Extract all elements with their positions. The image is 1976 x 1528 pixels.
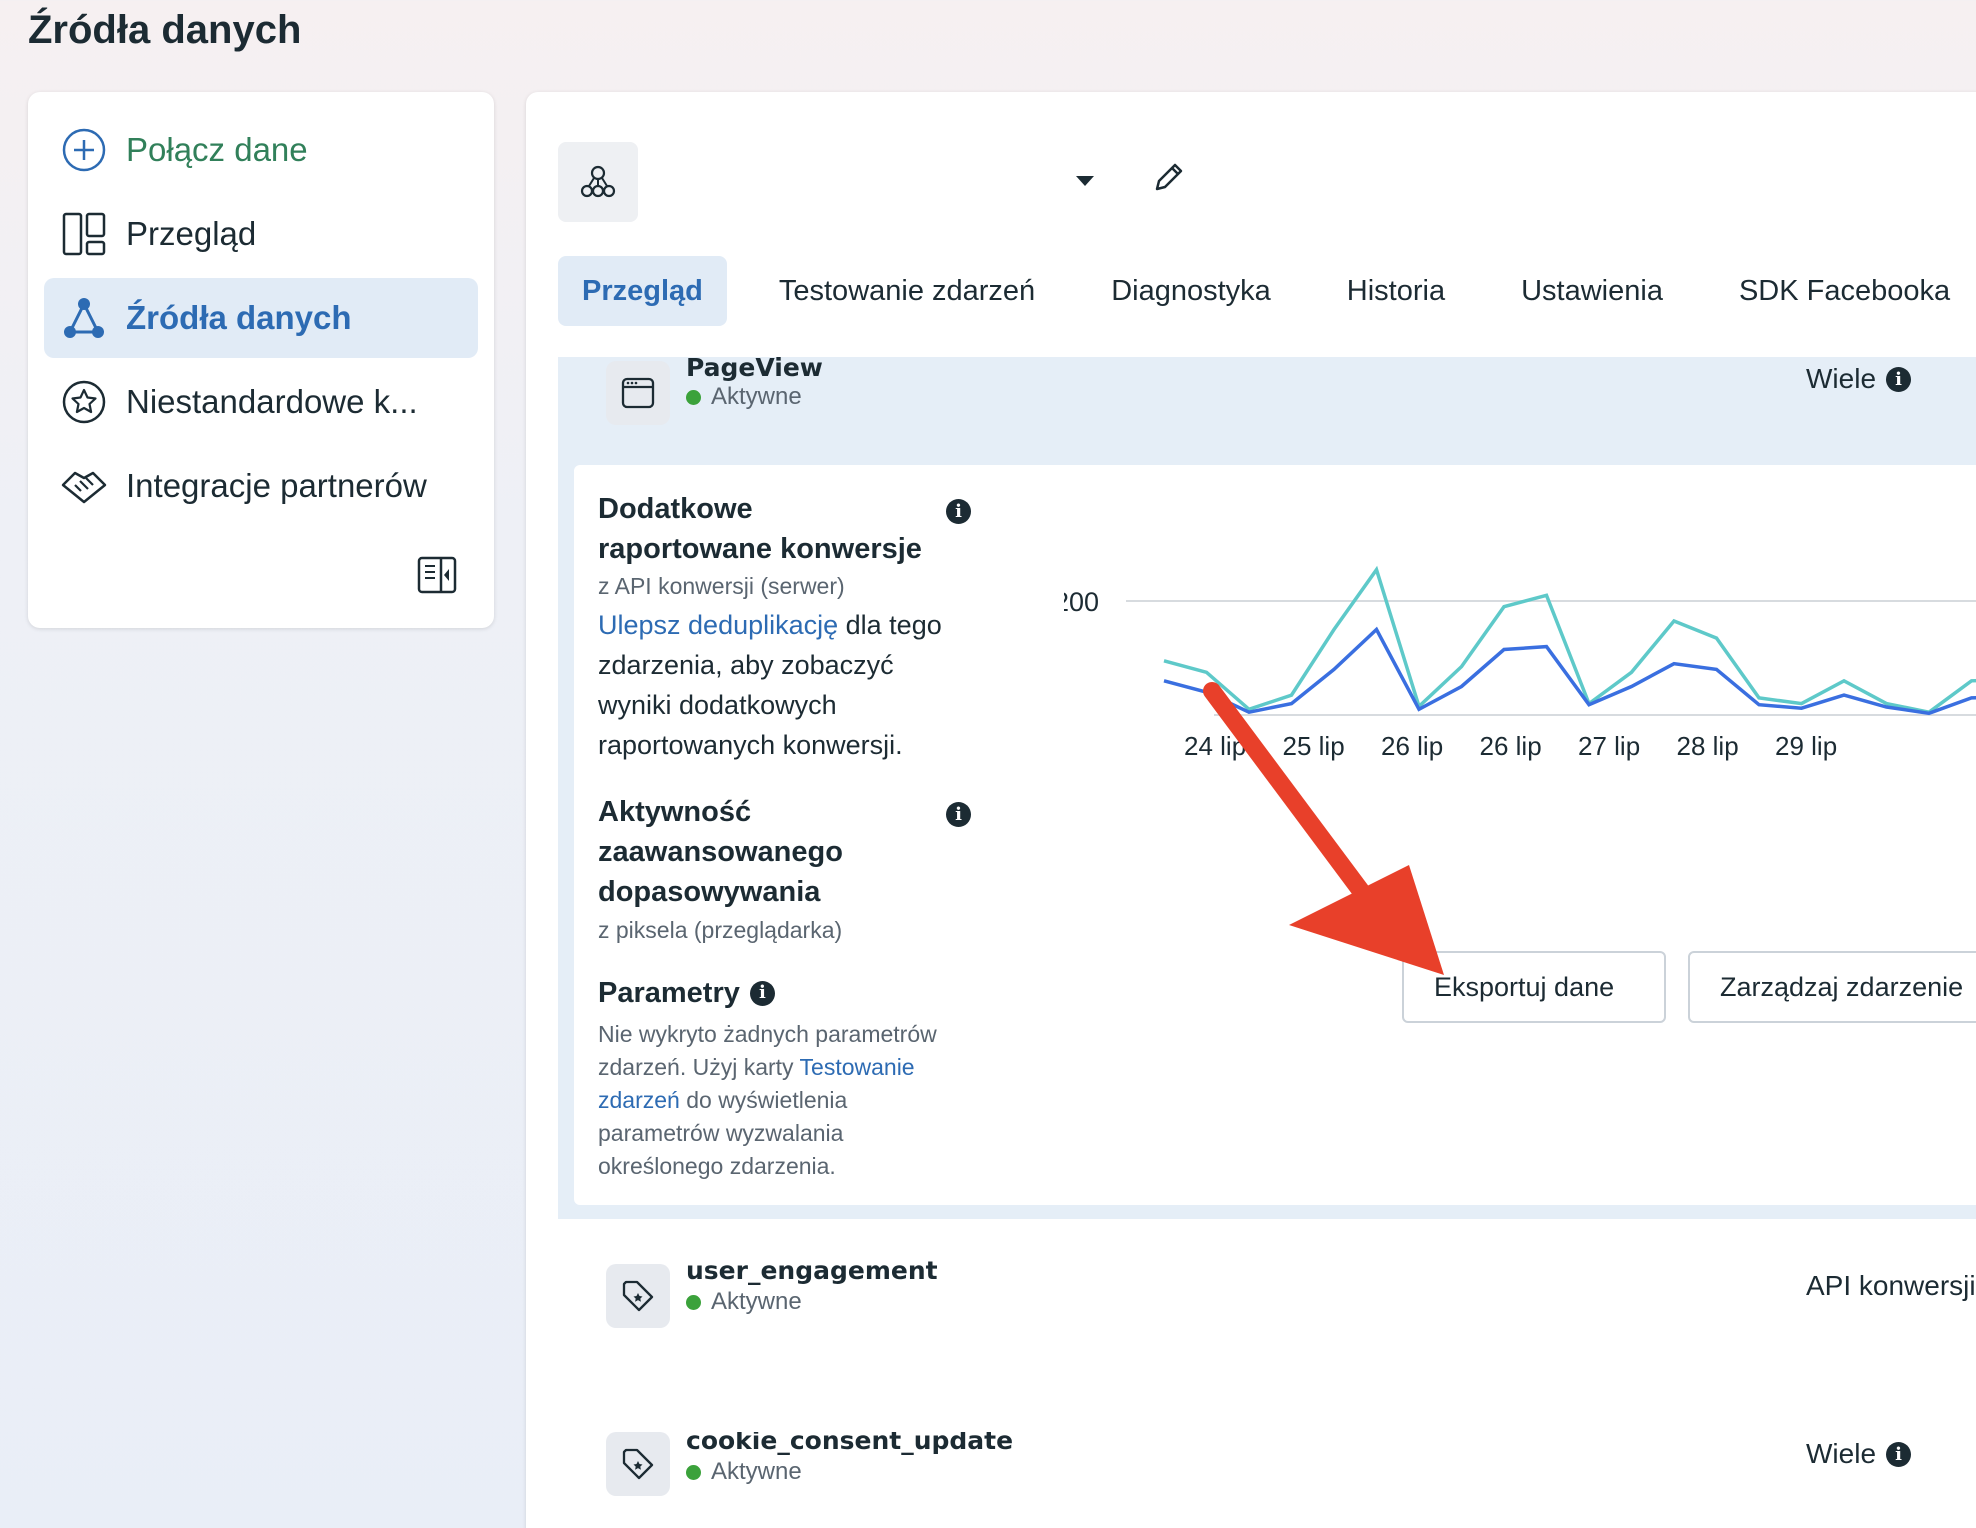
tab-diagnostics[interactable]: Diagnostyka (1087, 256, 1295, 326)
heading-line: raportowane konwersje (598, 533, 922, 565)
y-tick-label: 200 (1064, 587, 1099, 617)
sidebar-item-label: Przegląd (126, 215, 257, 252)
extra-conversions-text: Ulepsz deduplikację dla tego zdarzenia, … (598, 605, 988, 765)
sidebar-item-label: Połącz dane (126, 131, 308, 168)
parameters-heading: Parametry i (598, 973, 775, 1013)
event-row-user-engagement[interactable]: user_engagement Aktywne API konwersji (558, 1256, 1976, 1374)
text-line: zdarzenia, aby zobaczyć (598, 650, 894, 680)
sidebar-collapse-button[interactable] (416, 556, 458, 598)
sidebar-item-data-sources[interactable]: Źródła danych (44, 278, 478, 358)
parameters-text: Nie wykryto żadnych parametrów zdarzeń. … (598, 1018, 1018, 1183)
text-line: raportowanych konwersji. (598, 730, 903, 760)
browser-window-icon (606, 361, 670, 425)
improve-dedup-link[interactable]: Ulepsz deduplikację (598, 610, 838, 640)
sidebar: Połącz dane Przegląd Źródła danych Niest… (28, 92, 494, 628)
sidebar-item-partner-integrations[interactable]: Integracje partnerów (44, 446, 478, 526)
event-status: Aktywne (686, 1458, 802, 1486)
info-icon[interactable]: i (1886, 366, 1912, 392)
x-tick-label: 27 lip (1578, 731, 1640, 761)
status-dot (686, 1464, 701, 1480)
heading-line: dopasowywania (598, 876, 821, 908)
arrow-head (1289, 865, 1444, 975)
info-icon[interactable]: i (946, 802, 971, 827)
text-segment: dla tego (838, 610, 942, 640)
text-line: wyniki dodatkowych (598, 690, 837, 720)
event-source: Wiele i (1806, 1438, 1912, 1470)
chevron-down-icon (1076, 176, 1094, 186)
event-row-pageview[interactable]: PageView Aktywne Wiele i (558, 353, 1976, 457)
event-source: API konwersji (1806, 1270, 1976, 1302)
page-title: Źródła danych (28, 8, 302, 52)
advanced-matching-subtitle: z piksela (przeglądarka) (598, 917, 843, 943)
status-dot (686, 389, 701, 405)
x-tick-label: 26 lip (1480, 731, 1542, 761)
tab-facebook-sdk[interactable]: SDK Facebooka (1715, 256, 1974, 326)
text-line: parametrów wyzwalania (598, 1120, 844, 1146)
event-status: Aktywne (686, 1288, 802, 1316)
info-icon[interactable]: i (1886, 1441, 1912, 1467)
advanced-matching-heading: Aktywność zaawansowanego dopasowywania (598, 792, 843, 912)
test-events-link[interactable]: zdarzeń (598, 1087, 680, 1113)
event-source-label: API konwersji (1806, 1270, 1976, 1301)
test-events-link[interactable]: Testowanie (800, 1054, 915, 1080)
plus-circle-icon (60, 126, 108, 174)
event-status-label: Aktywne (711, 383, 802, 410)
tag-icon (606, 1432, 670, 1496)
dataset-dropdown-caret[interactable] (1074, 174, 1096, 193)
tab-overview[interactable]: Przegląd (558, 256, 727, 326)
status-dot (686, 1294, 701, 1310)
tab-bar: Przegląd Testowanie zdarzeń Diagnostyka … (558, 254, 1976, 328)
extra-conversions-subtitle: z API konwersji (serwer) (598, 573, 845, 599)
main-panel: Przegląd Testowanie zdarzeń Diagnostyka … (526, 92, 1976, 1528)
event-status-label: Aktywne (711, 1288, 802, 1315)
event-status: Aktywne (686, 383, 802, 411)
x-tick-label: 28 lip (1677, 731, 1739, 761)
manage-event-button[interactable]: Zarządzaj zdarzenie (1688, 951, 1976, 1023)
tag-icon (606, 1264, 670, 1328)
tab-settings[interactable]: Ustawienia (1497, 256, 1687, 326)
text-segment: zdarzeń. Użyj karty (598, 1054, 800, 1080)
heading-text: Parametry (598, 977, 740, 1009)
dataset-icon-button[interactable] (558, 142, 638, 222)
info-icon[interactable]: i (946, 499, 971, 524)
sidebar-item-connect-data[interactable]: Połącz dane (44, 110, 478, 190)
text-line: Nie wykryto żadnych parametrów (598, 1021, 937, 1047)
event-source-label: Wiele (1806, 1438, 1877, 1469)
annotation-arrow (1203, 682, 1444, 975)
data-sources-icon (60, 294, 108, 342)
extra-conversions-heading: Dodatkowe raportowane konwersje (598, 489, 922, 569)
event-row-expanded: PageView Aktywne Wiele i Dodatkowe rapor… (558, 353, 1976, 1219)
text-line: określonego zdarzenia. (598, 1153, 836, 1179)
heading-line: zaawansowanego (598, 836, 843, 868)
sidebar-item-label: Źródła danych (126, 299, 352, 336)
pencil-icon (1155, 163, 1183, 191)
arrow-shaft (1203, 682, 1373, 904)
tab-test-events[interactable]: Testowanie zdarzeń (755, 256, 1059, 326)
event-name: user_engagement (686, 1256, 938, 1285)
event-status-label: Aktywne (711, 1458, 802, 1485)
sidebar-item-label: Niestandardowe k... (126, 383, 418, 420)
sidebar-collapse-icon (417, 556, 457, 599)
handshake-icon (60, 462, 108, 510)
event-source: Wiele i (1806, 363, 1912, 395)
layout-icon (60, 210, 108, 258)
event-name: cookie_consent_update (686, 1432, 1014, 1455)
event-details-card: Dodatkowe raportowane konwersje i z API … (574, 465, 1976, 1205)
event-source-label: Wiele (1806, 363, 1877, 394)
event-row-cookie-consent[interactable]: cookie_consent_update Aktywne Wiele i (558, 1432, 1976, 1522)
tab-history[interactable]: Historia (1323, 256, 1469, 326)
sidebar-item-overview[interactable]: Przegląd (44, 194, 478, 274)
rename-button[interactable] (1152, 160, 1186, 199)
heading-line: Dodatkowe (598, 493, 753, 525)
star-circle-icon (60, 378, 108, 426)
event-name: PageView (686, 353, 823, 382)
sidebar-item-label: Integracje partnerów (126, 467, 427, 504)
dataset-icon (580, 165, 616, 198)
x-tick-label: 29 lip (1775, 731, 1837, 761)
heading-line: Aktywność (598, 796, 752, 828)
info-icon[interactable]: i (749, 980, 775, 1006)
text-segment: do wyświetlenia (679, 1087, 848, 1113)
sidebar-item-custom-conversions[interactable]: Niestandardowe k... (44, 362, 478, 442)
